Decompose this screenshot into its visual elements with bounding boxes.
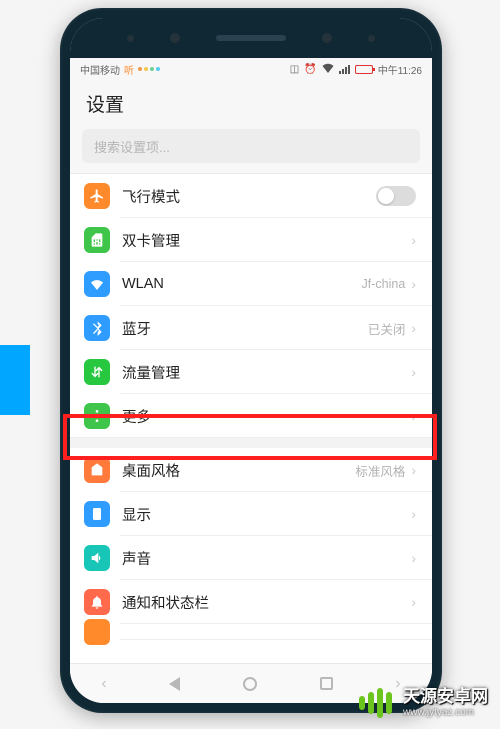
bluetooth-icon <box>84 315 110 341</box>
chevron-right-icon: › <box>411 320 416 336</box>
vibrate-icon: ◫ <box>290 64 299 75</box>
row-more[interactable]: 更多 › <box>70 394 432 438</box>
row-sound[interactable]: 声音 › <box>70 536 432 580</box>
chevron-right-icon: › <box>411 462 416 478</box>
section-gap <box>70 438 432 448</box>
row-label: 通知和状态栏 <box>122 592 411 613</box>
sim-icon <box>84 227 110 253</box>
sound-icon <box>84 545 110 571</box>
alarm-icon: ⏰ <box>304 64 316 75</box>
phone-sensor-bar <box>70 18 432 58</box>
row-display[interactable]: 显示 › <box>70 492 432 536</box>
watermark-logo-icon <box>359 686 393 720</box>
page-header: 设置 <box>70 80 432 123</box>
more-icon <box>84 403 110 429</box>
row-label: 桌面风格 <box>122 460 355 481</box>
wifi-icon <box>84 271 110 297</box>
row-bluetooth[interactable]: 蓝牙 已关闭 › <box>70 306 432 350</box>
search-input[interactable]: 搜索设置项... <box>82 129 420 163</box>
row-wlan[interactable]: WLAN Jf-china › <box>70 262 432 306</box>
row-label: 更多 <box>122 406 411 427</box>
side-blue-tab <box>0 345 30 415</box>
clock-label: 中午11:26 <box>378 62 422 77</box>
chevron-right-icon: › <box>411 276 416 292</box>
row-partial[interactable] <box>70 624 432 640</box>
row-value: 标准风格 <box>355 461 405 480</box>
search-placeholder: 搜索设置项... <box>94 137 170 156</box>
row-theme[interactable]: 桌面风格 标准风格 › <box>70 448 432 492</box>
partial-icon <box>84 619 110 645</box>
row-airplane-mode[interactable]: 飞行模式 <box>70 174 432 218</box>
airplane-icon <box>84 183 110 209</box>
row-label: 飞行模式 <box>122 186 376 207</box>
row-label: 双卡管理 <box>122 230 411 251</box>
watermark-title: 天源安卓网 <box>403 687 488 707</box>
chevron-right-icon: › <box>411 550 416 566</box>
watermark-banner: 天源安卓网 www.jytyaz.com <box>0 677 500 729</box>
data-icon <box>84 359 110 385</box>
row-label: 流量管理 <box>122 362 411 383</box>
chevron-right-icon: › <box>411 506 416 522</box>
row-value: Jf-china <box>362 277 406 291</box>
airplane-toggle[interactable] <box>376 186 416 206</box>
status-bar: 中国移动 听 ◫ ⏰ <box>70 58 432 80</box>
battery-icon <box>355 65 373 74</box>
row-dual-sim[interactable]: 双卡管理 › <box>70 218 432 262</box>
row-label: WLAN <box>122 276 362 292</box>
signal-icon <box>339 65 350 74</box>
display-icon <box>84 501 110 527</box>
phone-screen: 中国移动 听 ◫ ⏰ <box>70 18 432 703</box>
carrier-label: 中国移动 <box>80 62 120 77</box>
row-data-usage[interactable]: 流量管理 › <box>70 350 432 394</box>
chevron-right-icon: › <box>411 364 416 380</box>
row-notifications[interactable]: 通知和状态栏 › <box>70 580 432 624</box>
row-label: 显示 <box>122 504 411 525</box>
watermark-url: www.jytyaz.com <box>403 707 474 719</box>
row-label: 声音 <box>122 548 411 569</box>
theme-icon <box>84 457 110 483</box>
row-value: 已关闭 <box>368 319 406 338</box>
page-title: 设置 <box>86 90 416 117</box>
bell-icon <box>84 589 110 615</box>
wifi-status-icon <box>322 63 334 76</box>
settings-list: 飞行模式 双卡管理 › WLAN Jf-china › <box>70 174 432 663</box>
row-label: 蓝牙 <box>122 318 368 339</box>
chevron-right-icon: › <box>411 594 416 610</box>
chevron-right-icon: › <box>411 408 416 424</box>
chevron-right-icon: › <box>411 232 416 248</box>
carrier-extra: 听 <box>124 62 134 77</box>
phone-frame: 中国移动 听 ◫ ⏰ <box>60 8 442 713</box>
